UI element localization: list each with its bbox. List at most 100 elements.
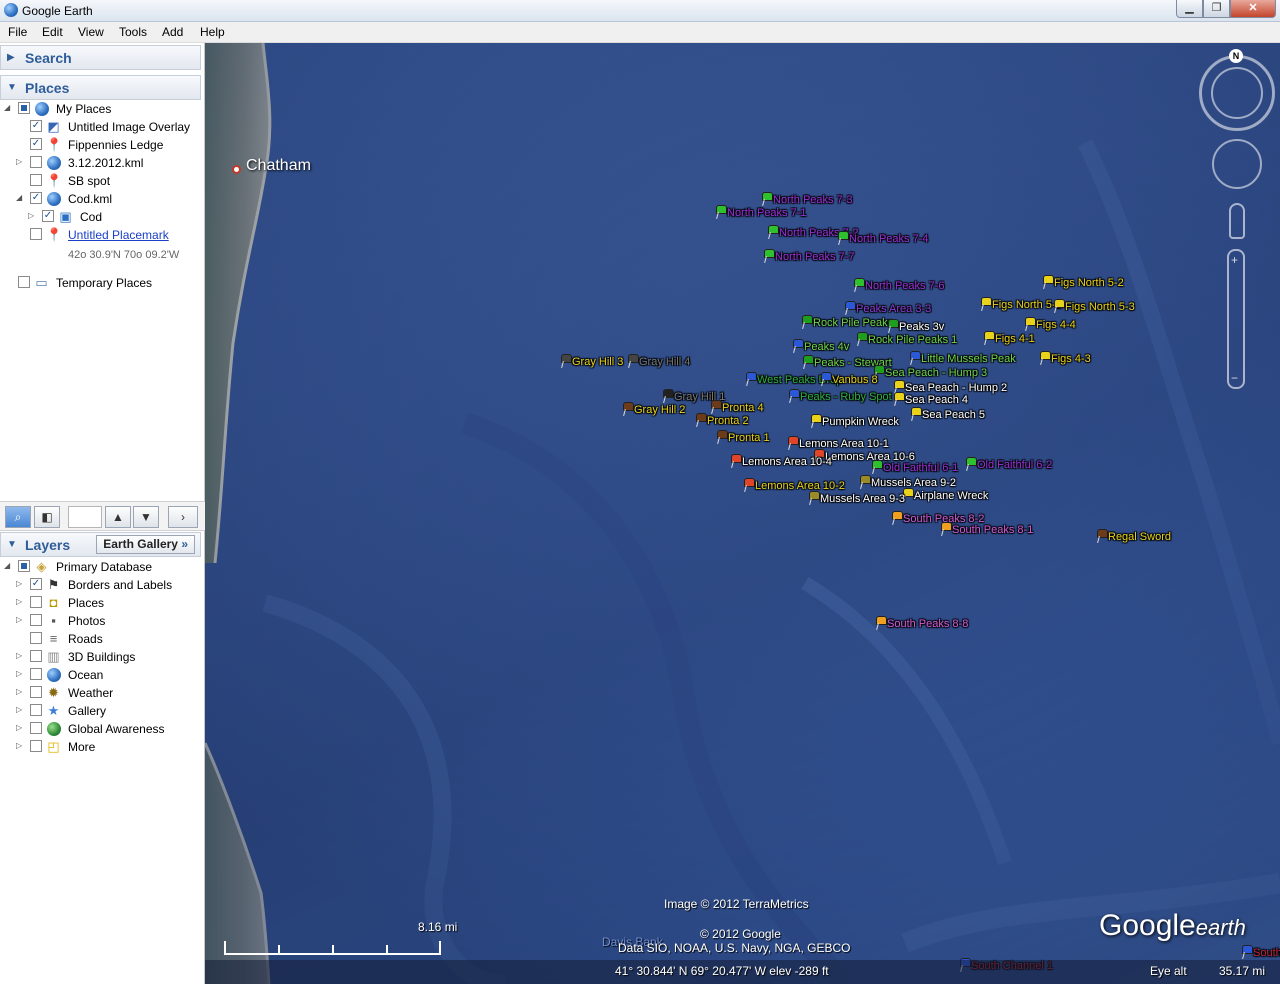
placemark-label[interactable]: Sea Peach - Hump 2	[905, 382, 1007, 394]
north-indicator[interactable]: N	[1229, 49, 1243, 63]
placemark-pushpin-icon[interactable]	[731, 454, 742, 468]
tree-item-label[interactable]: Untitled Placemark	[68, 228, 169, 242]
search-panel-header[interactable]: ▶ Search	[0, 45, 201, 70]
placemark-pushpin-icon[interactable]	[628, 354, 639, 368]
placemark-pushpin-icon[interactable]	[845, 301, 856, 315]
checkbox[interactable]	[30, 740, 42, 752]
placemark-pushpin-icon[interactable]	[1242, 945, 1253, 959]
placemark-pushpin-icon[interactable]	[711, 400, 722, 414]
placemark-pushpin-icon[interactable]	[854, 278, 865, 292]
checkbox[interactable]	[30, 614, 42, 626]
placemark-pushpin-icon[interactable]	[623, 402, 634, 416]
placemark-pushpin-icon[interactable]	[1097, 529, 1108, 543]
menu-view[interactable]: View	[78, 25, 104, 39]
placemark-pushpin-icon[interactable]	[892, 511, 903, 525]
placemark-pushpin-icon[interactable]	[1040, 351, 1051, 365]
placemark-label[interactable]: Little Mussels Peak	[921, 353, 1016, 365]
layer-ocean[interactable]: ▷ Ocean	[0, 666, 200, 684]
placemark-label[interactable]: Vanbus 8	[832, 374, 878, 386]
menu-add[interactable]: Add	[162, 25, 183, 39]
tree-item-cod-kml[interactable]: ◢ ✓ Cod.kml	[0, 190, 200, 208]
placemark-label[interactable]: Sea Peach 5	[922, 409, 985, 421]
placemark-label[interactable]: Peaks 4v	[804, 341, 849, 353]
placemark-pushpin-icon[interactable]	[941, 522, 952, 536]
checkbox[interactable]: ✓	[30, 138, 42, 150]
layer-primary-database[interactable]: ◢ ◈ Primary Database	[0, 558, 200, 576]
placemark-pushpin-icon[interactable]	[793, 339, 804, 353]
placemark-label[interactable]: Pronta 1	[728, 432, 770, 444]
checkbox[interactable]	[18, 276, 30, 288]
layer-weather[interactable]: ▷ ✹ Weather	[0, 684, 200, 702]
checkbox[interactable]	[30, 632, 42, 644]
placemark-pushpin-icon[interactable]	[838, 231, 849, 245]
expanded-triangle-icon[interactable]: ◢	[4, 561, 13, 570]
expanded-triangle-icon[interactable]: ◢	[4, 103, 13, 112]
placemark-pushpin-icon[interactable]	[789, 389, 800, 403]
placemark-pushpin-icon[interactable]	[1025, 317, 1036, 331]
placemark-pushpin-icon[interactable]	[966, 457, 977, 471]
placemark-pushpin-icon[interactable]	[802, 315, 813, 329]
placemark-label[interactable]: Mussels Area 9-2	[871, 477, 956, 489]
more-arrow-icon[interactable]: ›	[168, 506, 198, 528]
placemark-pushpin-icon[interactable]	[764, 249, 775, 263]
layer-global-awareness[interactable]: ▷ Global Awareness	[0, 720, 200, 738]
placemark-label[interactable]: Airplane Wreck	[914, 490, 988, 502]
checkbox[interactable]: ✓	[30, 192, 42, 204]
placemark-label[interactable]: Sea Peach - Hump 3	[885, 367, 987, 379]
checkbox[interactable]	[30, 650, 42, 662]
menu-file[interactable]: File	[8, 25, 27, 39]
collapsed-triangle-icon[interactable]: ▷	[16, 723, 25, 732]
move-joystick[interactable]	[1212, 139, 1262, 189]
placemark-label[interactable]: Figs North 5-1	[992, 299, 1062, 311]
collapsed-triangle-icon[interactable]: ▷	[28, 211, 37, 220]
placemark-label[interactable]: South Peaks 8-8	[887, 618, 968, 630]
collapsed-triangle-icon[interactable]: ▷	[16, 157, 25, 166]
placemark-pushpin-icon[interactable]	[821, 372, 832, 386]
town-label[interactable]: Chatham	[246, 157, 311, 175]
placemark-pushpin-icon[interactable]	[717, 430, 728, 444]
placemark-label[interactable]: North Peaks 7-6	[865, 280, 944, 292]
placemark-label[interactable]: Figs North 5-3	[1065, 301, 1135, 313]
placemark-label[interactable]: Peaks - Ruby Spot	[800, 391, 892, 403]
layer-gallery[interactable]: ▷ ★ Gallery	[0, 702, 200, 720]
placemark-label[interactable]: Old Faithful 6-2	[977, 459, 1052, 471]
checkbox[interactable]: ✓	[42, 210, 54, 222]
placemark-label[interactable]: Figs 4-1	[995, 333, 1035, 345]
placemark-pushpin-icon[interactable]	[561, 354, 572, 368]
placemark-label[interactable]: Gray Hill 4	[639, 356, 690, 368]
checkbox[interactable]	[30, 156, 42, 168]
panel-toggle-icon[interactable]: ◧	[34, 506, 60, 528]
placemark-label[interactable]: North Peaks 7-1	[727, 207, 806, 219]
minimize-button[interactable]: ▁	[1176, 0, 1203, 18]
placemark-label[interactable]: Lemons Area 10-1	[799, 438, 889, 450]
placemark-pushpin-icon[interactable]	[1043, 275, 1054, 289]
placemark-pushpin-icon[interactable]	[746, 372, 757, 386]
menu-tools[interactable]: Tools	[119, 25, 147, 39]
collapsed-triangle-icon[interactable]: ▷	[16, 741, 25, 750]
tree-item-my-places[interactable]: ◢ My Places	[0, 100, 200, 118]
placemark-pushpin-icon[interactable]	[803, 355, 814, 369]
placemark-pushpin-icon[interactable]	[910, 351, 921, 365]
close-button[interactable]: ✕	[1230, 0, 1276, 18]
earth-gallery-button[interactable]: Earth Gallery »	[96, 535, 195, 554]
zoom-in-icon[interactable]: +	[1231, 254, 1241, 266]
tree-item-image-overlay[interactable]: ✓ ◩ Untitled Image Overlay	[0, 118, 200, 136]
placemark-pushpin-icon[interactable]	[768, 225, 779, 239]
move-up-icon[interactable]: ▲	[105, 506, 131, 528]
checkbox[interactable]	[30, 596, 42, 608]
places-panel-header[interactable]: ▼ Places	[0, 75, 201, 100]
placemark-pushpin-icon[interactable]	[788, 436, 799, 450]
placemark-pushpin-icon[interactable]	[876, 616, 887, 630]
placemark-label[interactable]: South C	[1253, 947, 1280, 959]
collapsed-triangle-icon[interactable]: ▷	[16, 687, 25, 696]
placemark-label[interactable]: Pronta 4	[722, 402, 764, 414]
placemark-label[interactable]: Pumpkin Wreck	[822, 416, 899, 428]
placemark-pushpin-icon[interactable]	[809, 491, 820, 505]
placemark-label[interactable]: North Peaks 7-3	[773, 194, 852, 206]
layer-roads[interactable]: ≡ Roads	[0, 630, 200, 648]
checkbox[interactable]	[30, 704, 42, 716]
map-view[interactable]: Chatham North Peaks 7-3 North Peaks 7-1 No…	[205, 43, 1280, 984]
search-icon[interactable]: ⌕	[5, 506, 31, 528]
placemark-label[interactable]: Figs 4-4	[1036, 319, 1076, 331]
tree-item-3-12-2012-kml[interactable]: ▷ 3.12.2012.kml	[0, 154, 200, 172]
